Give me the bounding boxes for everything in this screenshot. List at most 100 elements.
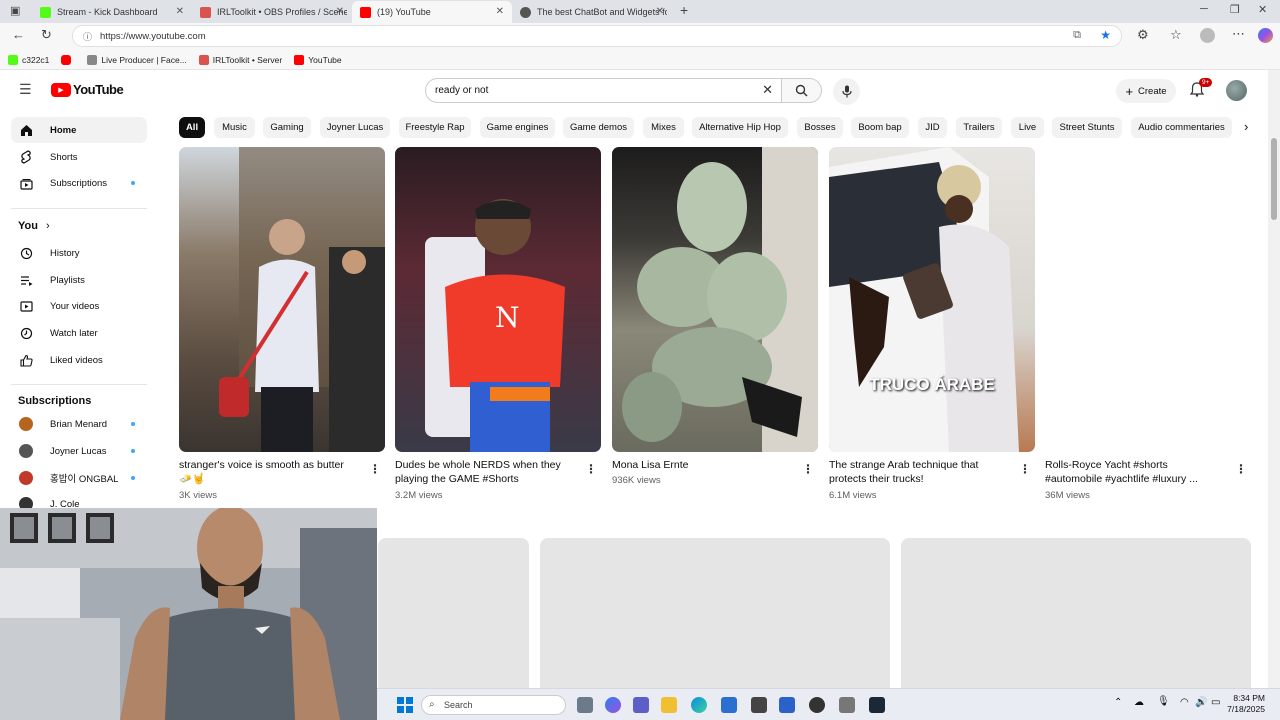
- chip-trailers[interactable]: Trailers: [956, 117, 1002, 138]
- refresh-icon[interactable]: ↻: [41, 27, 52, 43]
- task-view-icon[interactable]: [577, 697, 593, 713]
- tray-chevron-icon[interactable]: ⌃: [1114, 697, 1122, 708]
- chip-mixes[interactable]: Mixes: [643, 117, 684, 138]
- site-info-icon[interactable]: ⓘ: [83, 30, 92, 43]
- page-scrollbar[interactable]: [1268, 70, 1280, 688]
- short-thumbnail[interactable]: N: [395, 147, 601, 452]
- app-available-icon[interactable]: ⧉: [1073, 29, 1081, 42]
- create-button[interactable]: + Create: [1116, 79, 1176, 103]
- short-thumbnail[interactable]: TRUCO ÁRABE: [829, 147, 1035, 452]
- chip-all[interactable]: All: [179, 117, 205, 138]
- close-tab-icon[interactable]: ✕: [336, 6, 344, 17]
- microphone-tray-icon[interactable]: 🎙: [1157, 696, 1170, 707]
- url-input[interactable]: ⓘ https://www.youtube.com ⧉ ★: [72, 25, 1122, 47]
- chip-music[interactable]: Music: [214, 117, 255, 138]
- tab-chatbot[interactable]: The best ChatBot and Widgets fo ✕: [512, 1, 672, 23]
- favorite-star-icon[interactable]: ★: [1100, 28, 1111, 42]
- battery-icon[interactable]: ▭: [1211, 697, 1220, 708]
- maximize-icon[interactable]: ❐: [1230, 3, 1240, 16]
- close-window-icon[interactable]: ✕: [1258, 3, 1267, 16]
- chip-game-engines[interactable]: Game engines: [480, 117, 555, 138]
- bookmark-youtube[interactable]: YouTube: [294, 54, 342, 65]
- hamburger-menu-icon[interactable]: ☰: [19, 81, 32, 98]
- minimize-icon[interactable]: ─: [1200, 3, 1208, 15]
- scrollbar-thumb[interactable]: [1271, 138, 1277, 220]
- chip-alternative-hip-hop[interactable]: Alternative Hip Hop: [692, 117, 788, 138]
- edge-icon[interactable]: [691, 697, 707, 713]
- sidebar-channel-brian-menard[interactable]: Brian Menard: [11, 411, 147, 437]
- volume-icon[interactable]: 🔊: [1195, 697, 1207, 708]
- short-title[interactable]: Mona Lisa Ernte: [612, 458, 792, 472]
- steam-icon[interactable]: [869, 697, 885, 713]
- taskbar-search-input[interactable]: ⌕ Search: [421, 695, 566, 715]
- sidebar-channel-ongbal[interactable]: 홍밥이 ONGBAL: [11, 465, 147, 491]
- sidebar-you-header[interactable]: You ›: [18, 220, 50, 232]
- chip-live[interactable]: Live: [1011, 117, 1044, 138]
- close-tab-icon[interactable]: ✕: [496, 6, 504, 17]
- bookmark-kick[interactable]: c322c1: [8, 54, 49, 65]
- copilot-taskbar-icon[interactable]: [605, 697, 621, 713]
- chips-next-chevron-icon[interactable]: ›: [1244, 119, 1248, 134]
- back-icon[interactable]: ←: [12, 27, 25, 42]
- favorites-icon[interactable]: ☆: [1170, 27, 1182, 43]
- chip-freestyle-rap[interactable]: Freestyle Rap: [399, 117, 471, 138]
- chip-boom-bap[interactable]: Boom bap: [851, 117, 909, 138]
- notifications-button[interactable]: 9+: [1189, 78, 1213, 98]
- clear-search-icon[interactable]: ✕: [762, 82, 773, 98]
- tab-irltoolkit[interactable]: IRLToolkit • OBS Profiles / Scenes ✕: [192, 1, 352, 23]
- sidebar-item-playlists[interactable]: Playlists: [11, 267, 147, 293]
- more-menu-icon[interactable]: ⋯: [1232, 26, 1245, 42]
- close-tab-icon[interactable]: ✕: [656, 6, 664, 17]
- teams-icon[interactable]: [633, 697, 649, 713]
- close-tab-icon[interactable]: ✕: [176, 6, 184, 17]
- windows-start-icon[interactable]: [397, 697, 413, 713]
- account-avatar[interactable]: [1226, 80, 1247, 101]
- chip-jid[interactable]: JID: [918, 117, 947, 138]
- tab-youtube[interactable]: (19) YouTube ✕: [352, 1, 512, 23]
- youtube-logo[interactable]: ▶ YouTube: [51, 82, 124, 97]
- tab-actions-icon[interactable]: ▣: [10, 4, 20, 17]
- app-icon[interactable]: [779, 697, 795, 713]
- sidebar-item-watch-later[interactable]: Watch later: [11, 320, 147, 346]
- obs-icon[interactable]: [809, 697, 825, 713]
- short-title[interactable]: Rolls-Royce Yacht #shorts #automobile #y…: [1045, 458, 1215, 486]
- sidebar-channel-joyner-lucas[interactable]: Joyner Lucas: [11, 438, 147, 464]
- sidebar-item-history[interactable]: History: [11, 240, 147, 266]
- search-input[interactable]: ready or not ✕: [425, 78, 782, 103]
- chip-gaming[interactable]: Gaming: [263, 117, 311, 138]
- short-thumbnail[interactable]: [612, 147, 818, 452]
- file-explorer-icon[interactable]: [661, 697, 677, 713]
- sidebar-item-home[interactable]: Home: [11, 117, 147, 143]
- app-icon[interactable]: [751, 697, 767, 713]
- short-thumbnail[interactable]: [179, 147, 385, 452]
- bookmark-live-producer[interactable]: Live Producer | Face...: [87, 54, 187, 65]
- profile-avatar[interactable]: [1200, 28, 1215, 43]
- more-options-icon[interactable]: ⋮: [802, 462, 814, 476]
- more-options-icon[interactable]: ⋮: [1235, 462, 1247, 476]
- voice-search-button[interactable]: [833, 78, 860, 105]
- store-icon[interactable]: [721, 697, 737, 713]
- chip-audio-commentaries[interactable]: Audio commentaries: [1131, 117, 1232, 138]
- tab-kick-dashboard[interactable]: Stream - Kick Dashboard ✕: [32, 1, 192, 23]
- sidebar-item-subscriptions[interactable]: Subscriptions: [11, 170, 147, 196]
- sidebar-item-your-videos[interactable]: Your videos: [11, 293, 147, 319]
- more-options-icon[interactable]: ⋮: [585, 462, 597, 476]
- search-button[interactable]: [782, 78, 822, 103]
- chip-game-demos[interactable]: Game demos: [563, 117, 634, 138]
- extensions-icon[interactable]: ⚙: [1137, 27, 1149, 43]
- bookmark-irltoolkit[interactable]: IRLToolkit • Server: [198, 54, 282, 65]
- app-icon[interactable]: [839, 697, 855, 713]
- chip-bosses[interactable]: Bosses: [797, 117, 843, 138]
- bookmark-youtube-live[interactable]: [61, 54, 75, 65]
- short-title[interactable]: The strange Arab technique that protects…: [829, 458, 1009, 486]
- chip-joyner-lucas[interactable]: Joyner Lucas: [320, 117, 390, 138]
- new-tab-button[interactable]: +: [680, 2, 688, 18]
- copilot-icon[interactable]: [1258, 28, 1273, 43]
- sidebar-item-shorts[interactable]: Shorts: [11, 144, 147, 170]
- onedrive-icon[interactable]: ☁: [1134, 697, 1144, 708]
- chip-street-stunts[interactable]: Street Stunts: [1052, 117, 1122, 138]
- short-title[interactable]: Dudes be whole NERDS when they playing t…: [395, 458, 575, 486]
- sidebar-item-liked-videos[interactable]: Liked videos: [11, 347, 147, 373]
- short-title[interactable]: stranger's voice is smooth as butter 🧈🤘: [179, 458, 359, 486]
- more-options-icon[interactable]: ⋮: [369, 462, 381, 476]
